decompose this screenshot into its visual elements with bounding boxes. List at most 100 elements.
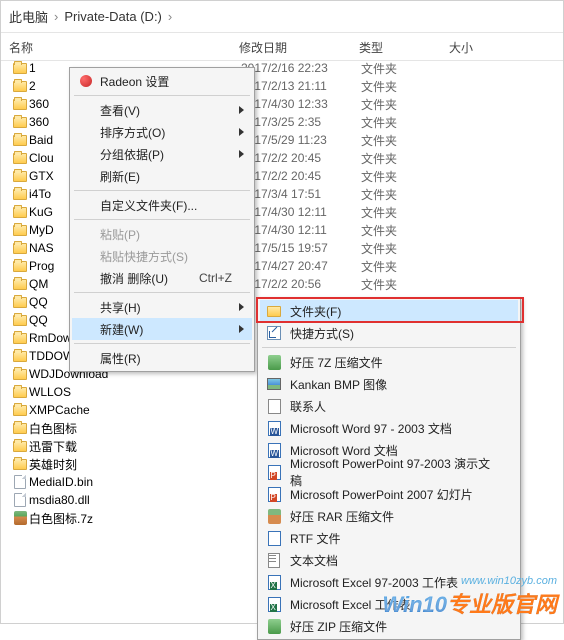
ctx-label: 粘贴快捷方式(S) [100,248,188,265]
breadcrumb-part[interactable]: 此电脑 [9,7,48,26]
watermark: www.win10zyb.com Win10专业版官网 [382,575,557,619]
folder-icon [11,261,29,272]
mini-rtf-icon [266,530,282,546]
ctx-label: 粘贴(P) [100,226,140,243]
file-name: MediaID.bin [29,475,241,489]
folder-icon [11,441,29,452]
ctx-group[interactable]: 分组依据(P) [72,143,252,165]
submenu-label: Microsoft PowerPoint 2007 幻灯片 [290,486,473,503]
ctx-share[interactable]: 共享(H) [72,296,252,318]
file-date: 2017/5/29 11:23 [241,133,361,147]
submenu-label: RTF 文件 [290,530,340,547]
submenu-item[interactable]: 文本文档 [260,549,518,571]
chevron-right-icon: › [54,9,58,24]
rar-icon [11,511,29,525]
file-date: 2017/2/2 20:45 [241,151,361,165]
file-date: 2017/5/15 19:57 [241,241,361,255]
file-date: 2017/4/30 12:11 [241,223,361,237]
mini-rar-icon [266,508,282,524]
ctx-label: 共享(H) [100,299,141,316]
ctx-customize[interactable]: 自定义文件夹(F)... [72,194,252,216]
separator [262,347,516,348]
file-type: 文件夹 [361,276,451,293]
column-type[interactable]: 类型 [359,39,449,56]
mini-doc-icon [266,464,282,480]
submenu-item[interactable]: 好压 7Z 压缩文件 [260,351,518,373]
folder-icon [11,225,29,236]
file-type: 文件夹 [361,258,451,275]
breadcrumb-part[interactable]: Private-Data (D:) [64,9,162,24]
ctx-shortcut: Ctrl+Z [199,271,232,285]
ctx-view[interactable]: 查看(V) [72,99,252,121]
chevron-right-icon [239,150,244,158]
submenu-item[interactable]: 联系人 [260,395,518,417]
file-icon [11,475,29,489]
breadcrumb[interactable]: 此电脑 › Private-Data (D:) › [1,1,563,33]
submenu-item[interactable]: Kankan BMP 图像 [260,373,518,395]
ctx-properties[interactable]: 属性(R) [72,347,252,369]
file-date: 2017/2/16 22:23 [241,61,361,75]
ctx-radeon[interactable]: Radeon 设置 [72,70,252,92]
file-date: 2017/2/2 20:45 [241,169,361,183]
ctx-label: 分组依据(P) [100,146,164,163]
submenu-label: 好压 ZIP 压缩文件 [290,618,387,635]
file-date: 2017/4/30 12:11 [241,205,361,219]
mini-doc-icon [266,486,282,502]
file-name: 迅雷下载 [29,438,241,455]
column-size[interactable]: 大小 [449,39,555,56]
mini-zip-icon [266,354,282,370]
folder-icon [11,279,29,290]
mini-bmp-icon [266,376,282,392]
file-name: 白色图标.7z [29,510,241,527]
submenu-label: Kankan BMP 图像 [290,376,387,393]
separator [74,219,250,220]
ctx-new[interactable]: 新建(W) [72,318,252,340]
folder-icon [11,351,29,362]
column-date[interactable]: 修改日期 [239,39,359,56]
submenu-item[interactable]: Microsoft PowerPoint 97-2003 演示文稿 [260,461,518,483]
submenu-item[interactable]: Microsoft PowerPoint 2007 幻灯片 [260,483,518,505]
folder-icon [11,99,29,110]
ctx-paste: 粘贴(P) [72,223,252,245]
file-type: 文件夹 [361,60,451,77]
submenu-item[interactable]: 文件夹(F) [260,300,518,322]
file-name: msdia80.dll [29,493,241,507]
ctx-label: 属性(R) [100,350,141,367]
ctx-sort[interactable]: 排序方式(O) [72,121,252,143]
folder-icon [11,81,29,92]
file-type: 文件夹 [361,168,451,185]
context-menu: Radeon 设置 查看(V) 排序方式(O) 分组依据(P) 刷新(E) 自定… [69,67,255,372]
submenu-label: 好压 RAR 压缩文件 [290,508,394,525]
mini-doc-icon [266,596,282,612]
submenu-label: Microsoft Word 97 - 2003 文档 [290,420,452,437]
column-name[interactable]: 名称 [9,39,239,56]
file-type: 文件夹 [361,240,451,257]
separator [74,95,250,96]
ctx-refresh[interactable]: 刷新(E) [72,165,252,187]
folder-icon [11,405,29,416]
folder-icon [11,117,29,128]
file-type: 文件夹 [361,186,451,203]
submenu-item[interactable]: 快捷方式(S) [260,322,518,344]
folder-icon [11,315,29,326]
ctx-label: 自定义文件夹(F)... [100,197,197,214]
file-type: 文件夹 [361,114,451,131]
file-date: 2017/4/30 12:33 [241,97,361,111]
submenu-item[interactable]: RTF 文件 [260,527,518,549]
ctx-undo[interactable]: 撤消 删除(U) Ctrl+Z [72,267,252,289]
mini-doc-icon [266,442,282,458]
submenu-item[interactable]: 好压 RAR 压缩文件 [260,505,518,527]
chevron-right-icon: › [168,9,172,24]
ctx-label: 查看(V) [100,102,140,119]
file-date: 2017/2/2 20:56 [241,277,361,291]
submenu-label: 文本文档 [290,552,338,569]
file-name: 白色图标 [29,420,241,437]
watermark-brand: Win10专业版官网 [382,587,557,619]
folder-icon [11,333,29,344]
submenu-label: 快捷方式(S) [290,325,354,342]
mini-doc-icon [266,574,282,590]
file-date: 2017/3/25 2:35 [241,115,361,129]
submenu-item[interactable]: Microsoft Word 97 - 2003 文档 [260,417,518,439]
radeon-icon [80,75,92,87]
file-type: 文件夹 [361,204,451,221]
